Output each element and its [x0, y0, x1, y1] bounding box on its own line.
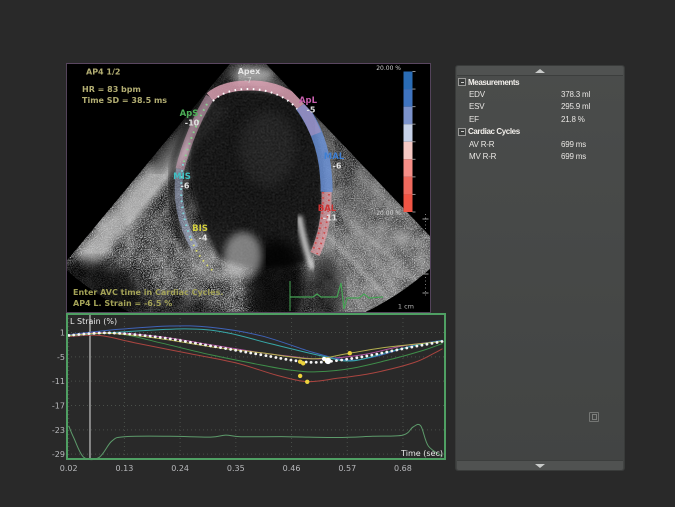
segment-label-ApL: ApL [299, 96, 318, 106]
collapse-icon[interactable] [458, 128, 466, 136]
section-title: Measurements [468, 78, 519, 87]
segment-value-MAL: -6 [333, 162, 342, 171]
segment-label-MAL: MAL [324, 152, 345, 162]
measurement-row[interactable]: MV R-R699 ms [456, 150, 624, 162]
x-tick-label: 0.24 [171, 464, 189, 473]
chart-title: L Strain (%) [70, 317, 117, 326]
segment-value-ApL: -5 [307, 106, 316, 115]
x-tick-label: 0.02 [60, 464, 78, 473]
peak-marker [298, 374, 302, 378]
measurement-value: 699 ms [561, 140, 586, 149]
global-peak-marker2 [322, 357, 326, 361]
measurement-row[interactable]: EDV378.3 ml [456, 88, 624, 100]
panel-body: MeasurementsEDV378.3 mlESV295.9 mlEF21.8… [456, 76, 624, 163]
segment-value-MIS: -6 [181, 182, 190, 191]
view-label: AP4 1/2 [86, 68, 120, 77]
section-title: Cardiac Cycles [468, 127, 520, 136]
strain-chart: L Strain (%) Time (sec) 0.02 0.13 0.24 0.35… [50, 310, 455, 482]
y-tick-label: -17 [52, 401, 65, 410]
y-tick-label: 1 [60, 329, 65, 338]
apex-label: Apex [238, 67, 261, 76]
x-tick-label: 0.35 [227, 464, 245, 473]
y-tick-label: -23 [52, 426, 65, 435]
measurements-panel: MeasurementsEDV378.3 mlESV295.9 mlEF21.8… [455, 65, 625, 471]
measurement-value: 378.3 ml [561, 90, 590, 99]
y-tick-label: -29 [52, 450, 65, 459]
segment-value-BAL: -11 [323, 214, 338, 223]
colorbar-bottom-label: -20.00 % [374, 210, 401, 217]
colorbar-block [404, 194, 413, 212]
status-line1: Enter AVC time in Cardiac Cycles. [73, 288, 223, 297]
x-tick-label: 0.46 [283, 464, 301, 473]
chart-ticks: 0.02 0.13 0.24 0.35 0.46 0.57 0.68 1 -5 -11 -17 -23… [52, 329, 412, 473]
x-tick-label: 0.13 [116, 464, 134, 473]
segment-value-BIS: -4 [199, 234, 208, 243]
measurement-row[interactable]: EF21.8 % [456, 113, 624, 125]
apex-value: -7 [244, 76, 252, 85]
measurement-row[interactable]: ESV295.9 ml [456, 101, 624, 113]
panel-corner-icon[interactable] [589, 412, 599, 422]
measurement-value: 699 ms [561, 152, 586, 161]
chart-xlabel: Time (sec) [400, 449, 443, 458]
colorbar-block [404, 177, 413, 195]
scroll-down-icon [535, 464, 545, 468]
colorbar-block [404, 107, 413, 125]
panel-scroll-down[interactable] [457, 460, 623, 470]
y-tick-label: -5 [57, 353, 65, 362]
colorbar-block [404, 159, 413, 177]
colorbar-top-label: 20.00 % [376, 65, 401, 72]
ultrasound-svg: 20.00 % -20.00 % 1 cm AP4 1/2 HR = 83 bp… [67, 64, 430, 313]
segment-label-ApS: ApS [180, 109, 199, 119]
segment-label-BIS: BIS [192, 224, 208, 234]
colorbar-block [404, 124, 413, 142]
time-sd-label: Time SD = 38.5 ms [82, 96, 167, 105]
section-header-0[interactable]: Measurements [456, 76, 624, 88]
chart-curves [69, 326, 443, 460]
scroll-up-icon [535, 69, 545, 73]
measurement-label: ESV [469, 102, 561, 111]
peak-marker [348, 351, 352, 355]
peak-marker [305, 380, 309, 384]
ultrasound-image: 20.00 % -20.00 % 1 cm AP4 1/2 HR = 83 bp… [66, 63, 431, 313]
colorbar-block [404, 89, 413, 107]
peak-marker [301, 361, 305, 365]
measurement-label: AV R-R [469, 140, 561, 149]
measurement-label: EF [469, 115, 561, 124]
y-tick-label: -11 [52, 377, 65, 386]
status-line2: AP4 L. Strain = -6.5 % [73, 299, 172, 308]
measurement-label: EDV [469, 90, 561, 99]
measurement-value: 295.9 ml [561, 102, 590, 111]
x-tick-label: 0.68 [394, 464, 412, 473]
panel-scroll-up[interactable] [457, 66, 623, 76]
segment-value-ApS: -10 [185, 119, 200, 128]
colorbar-block [404, 142, 413, 160]
section-header-1[interactable]: Cardiac Cycles [456, 126, 624, 138]
hr-label: HR = 83 bpm [82, 85, 141, 94]
collapse-icon[interactable] [458, 78, 466, 86]
measurement-label: MV R-R [469, 152, 561, 161]
segment-label-BAL: BAL [318, 204, 337, 214]
colorbar-block [404, 72, 413, 90]
measurement-row[interactable]: AV R-R699 ms [456, 138, 624, 150]
measurement-value: 21.8 % [561, 115, 585, 124]
x-tick-label: 0.57 [338, 464, 356, 473]
segment-label-MIS: MIS [173, 172, 191, 182]
